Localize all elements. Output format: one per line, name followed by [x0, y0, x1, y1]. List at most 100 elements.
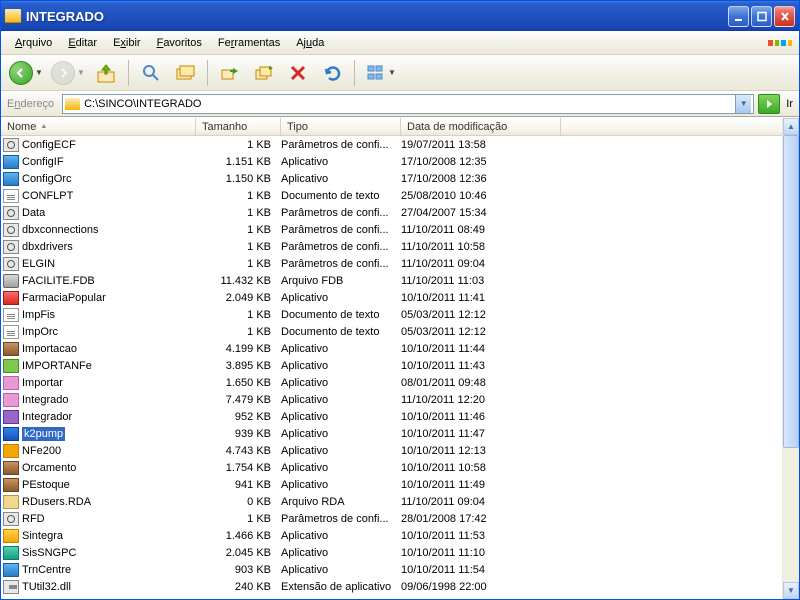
scroll-up-button[interactable]: ▲	[783, 118, 799, 135]
menu-favoritos[interactable]: Favoritos	[149, 34, 210, 52]
file-row[interactable]: FACILITE.FDB11.432 KBArquivo FDB11/10/20…	[1, 272, 782, 289]
file-type: Extensão de aplicativo	[281, 581, 401, 593]
file-row[interactable]: NFe2004.743 KBAplicativo10/10/2011 12:13	[1, 442, 782, 459]
titlebar[interactable]: INTEGRADO	[1, 1, 799, 31]
header-type[interactable]: Tipo	[281, 118, 401, 135]
up-button[interactable]	[91, 58, 121, 88]
scroll-down-button[interactable]: ▼	[783, 582, 799, 599]
window-title: INTEGRADO	[26, 9, 728, 24]
file-row[interactable]: dbxconnections1 KBParâmetros de confi...…	[1, 221, 782, 238]
folders-button[interactable]	[170, 58, 200, 88]
file-icon	[3, 172, 19, 186]
file-row[interactable]: ImpFis1 KBDocumento de texto05/03/2011 1…	[1, 306, 782, 323]
file-row[interactable]: TUtil32.dll240 KBExtensão de aplicativo0…	[1, 578, 782, 595]
vertical-scrollbar[interactable]: ▲ ▼	[782, 118, 799, 599]
file-row[interactable]: Data1 KBParâmetros de confi...27/04/2007…	[1, 204, 782, 221]
file-row[interactable]: Importacao4.199 KBAplicativo10/10/2011 1…	[1, 340, 782, 357]
address-field[interactable]: C:\SINCO\INTEGRADO ▼	[62, 94, 754, 114]
file-row[interactable]: ImpOrc1 KBDocumento de texto05/03/2011 1…	[1, 323, 782, 340]
file-row[interactable]: Sintegra1.466 KBAplicativo10/10/2011 11:…	[1, 527, 782, 544]
file-row[interactable]: SisSNGPC2.045 KBAplicativo10/10/2011 11:…	[1, 544, 782, 561]
file-icon	[3, 308, 19, 322]
file-icon	[3, 325, 19, 339]
move-to-button[interactable]	[215, 58, 245, 88]
maximize-button[interactable]	[751, 6, 772, 27]
file-icon	[3, 580, 19, 594]
minimize-button[interactable]	[728, 6, 749, 27]
file-type: Aplicativo	[281, 462, 401, 474]
copy-to-button[interactable]	[249, 58, 279, 88]
file-type: Aplicativo	[281, 411, 401, 423]
file-list-area: Nome▲ Tamanho Tipo Data de modificação C…	[1, 117, 799, 599]
menu-arquivo[interactable]: Arquivo	[7, 34, 60, 52]
file-modified: 17/10/2008 12:36	[401, 173, 561, 185]
menu-ajuda[interactable]: Ajuda	[288, 34, 332, 52]
file-size: 1 KB	[196, 139, 281, 151]
file-icon	[3, 291, 19, 305]
file-name: IMPORTANFe	[22, 360, 92, 372]
menu-ferramentas[interactable]: Ferramentas	[210, 34, 288, 52]
go-button[interactable]	[758, 94, 780, 114]
search-button[interactable]	[136, 58, 166, 88]
file-icon	[3, 529, 19, 543]
file-name: Importacao	[22, 343, 77, 355]
file-modified: 11/10/2011 09:04	[401, 496, 561, 508]
menu-exibir[interactable]: Exibir	[105, 34, 149, 52]
back-button[interactable]: ▼	[7, 58, 45, 88]
menu-editar[interactable]: Editar	[60, 34, 105, 52]
sort-asc-icon: ▲	[40, 123, 47, 130]
file-size: 941 KB	[196, 479, 281, 491]
file-name: SisSNGPC	[22, 547, 76, 559]
file-icon	[3, 257, 19, 271]
header-modified[interactable]: Data de modificação	[401, 118, 561, 135]
file-name: dbxconnections	[22, 224, 98, 236]
file-modified: 10/10/2011 10:58	[401, 462, 561, 474]
forward-button[interactable]: ▼	[49, 58, 87, 88]
file-row[interactable]: PEstoque941 KBAplicativo10/10/2011 11:49	[1, 476, 782, 493]
file-type: Parâmetros de confi...	[281, 513, 401, 525]
file-name: ConfigIF	[22, 156, 64, 168]
file-modified: 17/10/2008 12:35	[401, 156, 561, 168]
file-name: ConfigOrc	[22, 173, 72, 185]
scroll-track[interactable]	[783, 135, 799, 582]
address-dropdown-button[interactable]: ▼	[735, 95, 751, 113]
explorer-window: INTEGRADO Arquivo Editar Exibir Favorito…	[0, 0, 800, 600]
file-modified: 10/10/2011 11:46	[401, 411, 561, 423]
file-modified: 10/10/2011 11:10	[401, 547, 561, 559]
file-row[interactable]: dbxdrivers1 KBParâmetros de confi...11/1…	[1, 238, 782, 255]
file-row[interactable]: IMPORTANFe3.895 KBAplicativo10/10/2011 1…	[1, 357, 782, 374]
file-row[interactable]: Orcamento1.754 KBAplicativo10/10/2011 10…	[1, 459, 782, 476]
file-name: Importar	[22, 377, 63, 389]
views-button[interactable]: ▼	[362, 58, 400, 88]
file-icon	[3, 546, 19, 560]
header-name[interactable]: Nome▲	[1, 118, 196, 135]
scroll-thumb[interactable]	[783, 135, 799, 448]
close-button[interactable]	[774, 6, 795, 27]
file-row[interactable]: FarmaciaPopular2.049 KBAplicativo10/10/2…	[1, 289, 782, 306]
file-row[interactable]: k2pump939 KBAplicativo10/10/2011 11:47	[1, 425, 782, 442]
file-row[interactable]: Importar1.650 KBAplicativo08/01/2011 09:…	[1, 374, 782, 391]
file-row[interactable]: ELGIN1 KBParâmetros de confi...11/10/201…	[1, 255, 782, 272]
undo-button[interactable]	[317, 58, 347, 88]
file-type: Aplicativo	[281, 156, 401, 168]
file-row[interactable]: ConfigECF1 KBParâmetros de confi...19/07…	[1, 136, 782, 153]
file-row[interactable]: ConfigIF1.151 KBAplicativo17/10/2008 12:…	[1, 153, 782, 170]
file-modified: 10/10/2011 11:41	[401, 292, 561, 304]
file-rows: ConfigECF1 KBParâmetros de confi...19/07…	[1, 136, 782, 595]
file-name: ConfigECF	[22, 139, 76, 151]
file-name: Sintegra	[22, 530, 63, 542]
file-row[interactable]: RDusers.RDA0 KBArquivo RDA11/10/2011 09:…	[1, 493, 782, 510]
delete-button[interactable]	[283, 58, 313, 88]
file-row[interactable]: Integrador952 KBAplicativo10/10/2011 11:…	[1, 408, 782, 425]
header-size[interactable]: Tamanho	[196, 118, 281, 135]
file-size: 1 KB	[196, 190, 281, 202]
file-row[interactable]: TrnCentre903 KBAplicativo10/10/2011 11:5…	[1, 561, 782, 578]
file-type: Aplicativo	[281, 479, 401, 491]
folder-icon	[5, 9, 21, 23]
file-modified: 10/10/2011 11:47	[401, 428, 561, 440]
file-row[interactable]: CONFLPT1 KBDocumento de texto25/08/2010 …	[1, 187, 782, 204]
file-row[interactable]: Integrado7.479 KBAplicativo11/10/2011 12…	[1, 391, 782, 408]
file-row[interactable]: ConfigOrc1.150 KBAplicativo17/10/2008 12…	[1, 170, 782, 187]
file-icon	[3, 427, 19, 441]
file-row[interactable]: RFD1 KBParâmetros de confi...28/01/2008 …	[1, 510, 782, 527]
